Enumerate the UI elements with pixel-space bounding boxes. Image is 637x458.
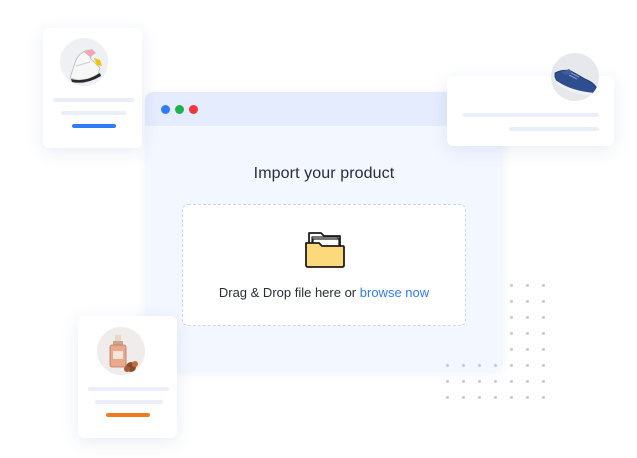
grid-dot bbox=[526, 364, 529, 367]
dropzone-text: Drag & Drop file here or browse now bbox=[183, 285, 465, 300]
grid-dot bbox=[478, 380, 481, 383]
grid-dot bbox=[494, 364, 497, 367]
dropzone-instruction: Drag & Drop file here or bbox=[218, 285, 357, 300]
grid-dot bbox=[478, 364, 481, 367]
grid-dot bbox=[510, 348, 513, 351]
grid-dot bbox=[462, 364, 465, 367]
grid-dot bbox=[494, 396, 497, 399]
grid-dot bbox=[526, 284, 529, 287]
grid-dot bbox=[446, 380, 449, 383]
grid-dot bbox=[526, 316, 529, 319]
product-card-sneaker bbox=[43, 28, 142, 148]
card-text-line bbox=[88, 387, 169, 391]
card-text-line bbox=[95, 400, 163, 404]
grid-dot bbox=[494, 380, 497, 383]
grid-dot bbox=[462, 396, 465, 399]
grid-dot bbox=[510, 364, 513, 367]
card-text-line bbox=[53, 98, 134, 102]
card-text-line bbox=[509, 127, 599, 131]
grid-dot bbox=[478, 396, 481, 399]
grid-dot bbox=[526, 380, 529, 383]
file-dropzone[interactable]: Drag & Drop file here or browse now bbox=[182, 204, 466, 326]
grid-dot bbox=[542, 396, 545, 399]
card-text-line bbox=[463, 113, 599, 117]
card-accent-bar bbox=[72, 124, 116, 128]
grid-dot bbox=[526, 396, 529, 399]
grid-dot bbox=[446, 364, 449, 367]
grid-dot bbox=[510, 396, 513, 399]
grid-dot bbox=[542, 300, 545, 303]
grid-dot bbox=[462, 380, 465, 383]
grid-dot bbox=[542, 380, 545, 383]
grid-dot bbox=[446, 396, 449, 399]
card-accent-bar bbox=[106, 413, 150, 417]
grid-dot bbox=[510, 284, 513, 287]
grid-dot bbox=[542, 316, 545, 319]
decorative-dot-grid bbox=[446, 284, 552, 404]
grid-dot bbox=[526, 348, 529, 351]
grid-dot bbox=[542, 348, 545, 351]
grid-dot bbox=[526, 332, 529, 335]
grid-dot bbox=[510, 332, 513, 335]
grid-dot bbox=[526, 300, 529, 303]
grid-dot bbox=[510, 316, 513, 319]
grid-dot bbox=[510, 300, 513, 303]
window-control-blue[interactable] bbox=[161, 105, 170, 114]
perfume-image bbox=[97, 327, 145, 375]
grid-dot bbox=[542, 332, 545, 335]
grid-dot bbox=[510, 380, 513, 383]
card-text-line bbox=[61, 111, 126, 115]
browse-now-link[interactable]: browse now bbox=[360, 285, 429, 300]
window-control-green[interactable] bbox=[175, 105, 184, 114]
folder-icon bbox=[303, 227, 347, 271]
window-control-red[interactable] bbox=[189, 105, 198, 114]
grid-dot bbox=[542, 364, 545, 367]
grid-dot bbox=[542, 284, 545, 287]
product-card-perfume bbox=[78, 316, 177, 438]
blue-shoe-image bbox=[551, 53, 599, 101]
sneaker-image bbox=[60, 38, 108, 86]
import-title: Import your product bbox=[253, 165, 395, 182]
